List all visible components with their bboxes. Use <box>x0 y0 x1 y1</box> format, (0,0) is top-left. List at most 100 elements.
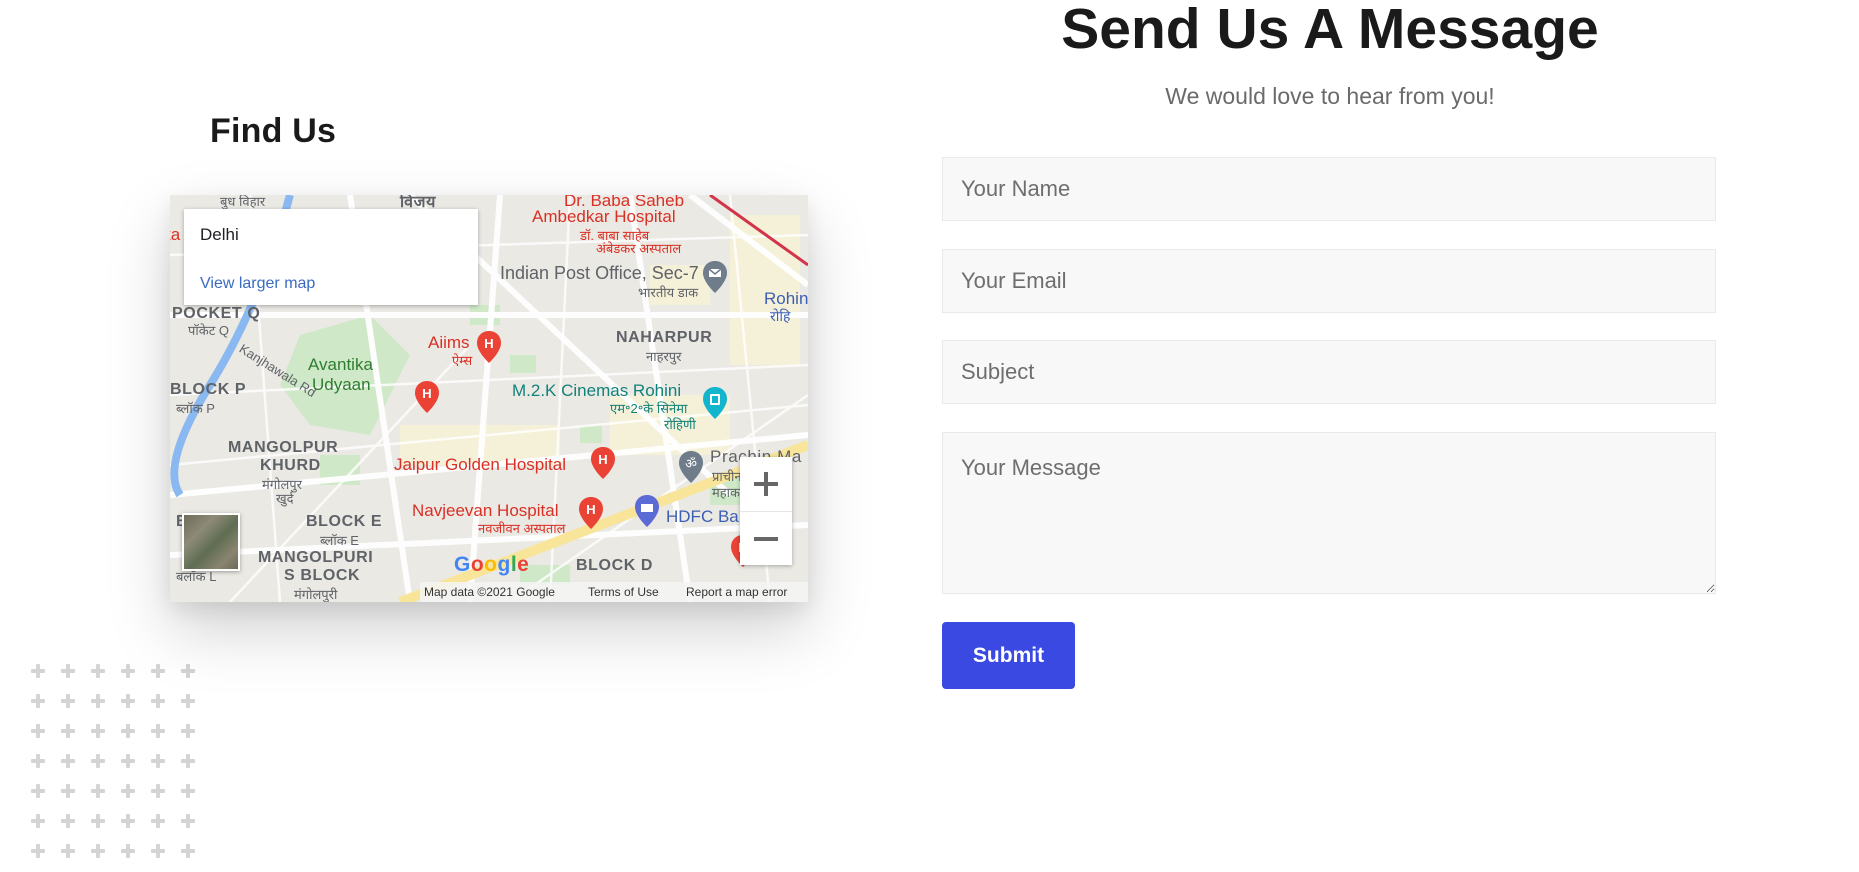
plus-icon <box>28 812 58 842</box>
map-label-block-d: BLOCK D <box>576 557 654 574</box>
plus-icon <box>58 782 88 812</box>
cinema-pin-icon[interactable] <box>702 387 728 419</box>
plus-icon <box>148 842 178 872</box>
hospital-pin-icon[interactable]: H <box>476 331 502 363</box>
map-label-ta: ta <box>170 225 181 244</box>
find-us-heading: Find Us <box>210 112 337 150</box>
post-office-pin-icon[interactable] <box>702 261 728 293</box>
email-field[interactable] <box>942 249 1716 313</box>
plus-icon <box>88 842 118 872</box>
svg-text:H: H <box>422 386 431 401</box>
plus-icon <box>118 722 148 752</box>
plus-icon <box>28 662 58 692</box>
zoom-out-button[interactable] <box>740 511 792 566</box>
map-data-attribution: Map data ©2021 Google <box>424 585 555 599</box>
subject-field[interactable] <box>942 340 1716 404</box>
plus-icon <box>178 842 208 872</box>
map-label-m2k-hi2: रोहिणी <box>664 417 696 432</box>
map-label-mangolpuri-hi: मंगोलपुरी <box>294 587 338 602</box>
decorative-plus-pattern <box>28 662 208 872</box>
embedded-map[interactable]: बुध विहार विजय Dr. Baba Saheb Ambedkar H… <box>170 195 808 602</box>
plus-icon <box>148 752 178 782</box>
map-label-budh-vihar: बुध विहार <box>220 195 266 209</box>
plus-icon <box>58 812 88 842</box>
map-label-prachin-hi2: महाक <box>712 485 741 500</box>
plus-icon <box>148 662 178 692</box>
plus-icon <box>118 692 148 722</box>
plus-icon <box>58 692 88 722</box>
zoom-in-button[interactable] <box>740 457 792 511</box>
map-label-navjeevan-hi: नवजीवन अस्पताल <box>478 521 566 536</box>
plus-icon <box>118 812 148 842</box>
map-label-navjeevan-hospital: Navjeevan Hospital <box>412 501 559 520</box>
plus-icon <box>28 722 58 752</box>
plus-icon <box>28 782 58 812</box>
map-report-error-link[interactable]: Report a map error <box>686 585 787 599</box>
contact-form-subtitle: We would love to hear from you! <box>1165 83 1495 109</box>
map-label-indian-post: Indian Post Office, Sec-7 <box>500 263 699 283</box>
plus-icon <box>58 842 88 872</box>
plus-icon <box>28 692 58 722</box>
map-label-aiims-hi: ऐम्स <box>452 353 473 368</box>
svg-text:H: H <box>484 336 493 351</box>
map-label-rohini-hi: रोहि <box>770 308 791 324</box>
plus-icon <box>178 752 208 782</box>
plus-icon <box>178 722 208 752</box>
plus-icon <box>148 782 178 812</box>
map-label-hdfc: HDFC Ba <box>666 507 739 526</box>
map-label-m2k-cinemas: M.2.K Cinemas Rohini <box>512 381 682 400</box>
view-larger-map-link[interactable]: View larger map <box>200 275 315 293</box>
plus-icon <box>28 752 58 782</box>
map-label-mangolpur: MANGOLPUR <box>228 439 339 456</box>
hospital-pin-icon[interactable]: H <box>590 447 616 479</box>
map-label-block-e: BLOCK E <box>306 513 383 530</box>
plus-icon <box>88 812 118 842</box>
plus-icon <box>58 662 88 692</box>
map-label-jaipur-golden-hospital: Jaipur Golden Hospital <box>394 455 566 474</box>
map-label-naharpur-hi: नाहरपुर <box>646 349 682 364</box>
map-terms-link[interactable]: Terms of Use <box>588 585 659 599</box>
map-attribution-bar: Map data ©2021 Google Terms of Use Repor… <box>420 582 808 602</box>
plus-icon <box>88 662 118 692</box>
plus-icon <box>148 812 178 842</box>
hospital-pin-icon[interactable]: H <box>578 497 604 529</box>
plus-icon <box>118 842 148 872</box>
plus-icon <box>88 752 118 782</box>
plus-icon <box>118 752 148 782</box>
map-label-naharpur: NAHARPUR <box>616 329 713 346</box>
map-label-s-block: S BLOCK <box>284 567 361 584</box>
plus-icon <box>28 842 58 872</box>
satellite-view-toggle[interactable] <box>182 513 240 571</box>
plus-icon-vertical <box>764 472 768 496</box>
map-label-aiims: Aiims <box>428 333 470 352</box>
message-field[interactable] <box>942 432 1716 594</box>
plus-icon <box>148 722 178 752</box>
svg-text:H: H <box>598 452 607 467</box>
bank-pin-icon[interactable] <box>634 495 660 527</box>
hospital-pin-icon[interactable]: H <box>414 381 440 413</box>
map-label-ambedkar-hospital: Ambedkar Hospital <box>532 207 676 226</box>
map-label-ambedkar-hi: अंबेडकर अस्पताल <box>596 241 682 256</box>
plus-icon <box>88 722 118 752</box>
svg-text:H: H <box>586 502 595 517</box>
plus-icon <box>178 782 208 812</box>
plus-icon <box>148 692 178 722</box>
map-zoom-controls <box>740 457 792 565</box>
plus-icon <box>58 752 88 782</box>
map-label-block-p: BLOCK P <box>170 381 247 398</box>
plus-icon <box>118 782 148 812</box>
map-label-udyaan: Udyaan <box>312 375 371 394</box>
map-label-rohini: Rohin <box>764 289 808 308</box>
plus-icon <box>118 662 148 692</box>
map-label-khurd: KHURD <box>260 457 321 474</box>
plus-icon <box>88 692 118 722</box>
contact-form-heading: Send Us A Message <box>1061 0 1599 61</box>
temple-pin-icon[interactable]: ॐ <box>678 451 704 483</box>
name-field[interactable] <box>942 157 1716 221</box>
submit-button[interactable]: Submit <box>942 622 1075 689</box>
plus-icon <box>88 782 118 812</box>
map-label-avantika: Avantika <box>308 355 373 374</box>
map-info-card: Delhi View larger map <box>184 209 478 305</box>
map-label-block-e-hi: ब्लॉक E <box>320 533 359 548</box>
plus-icon <box>178 662 208 692</box>
